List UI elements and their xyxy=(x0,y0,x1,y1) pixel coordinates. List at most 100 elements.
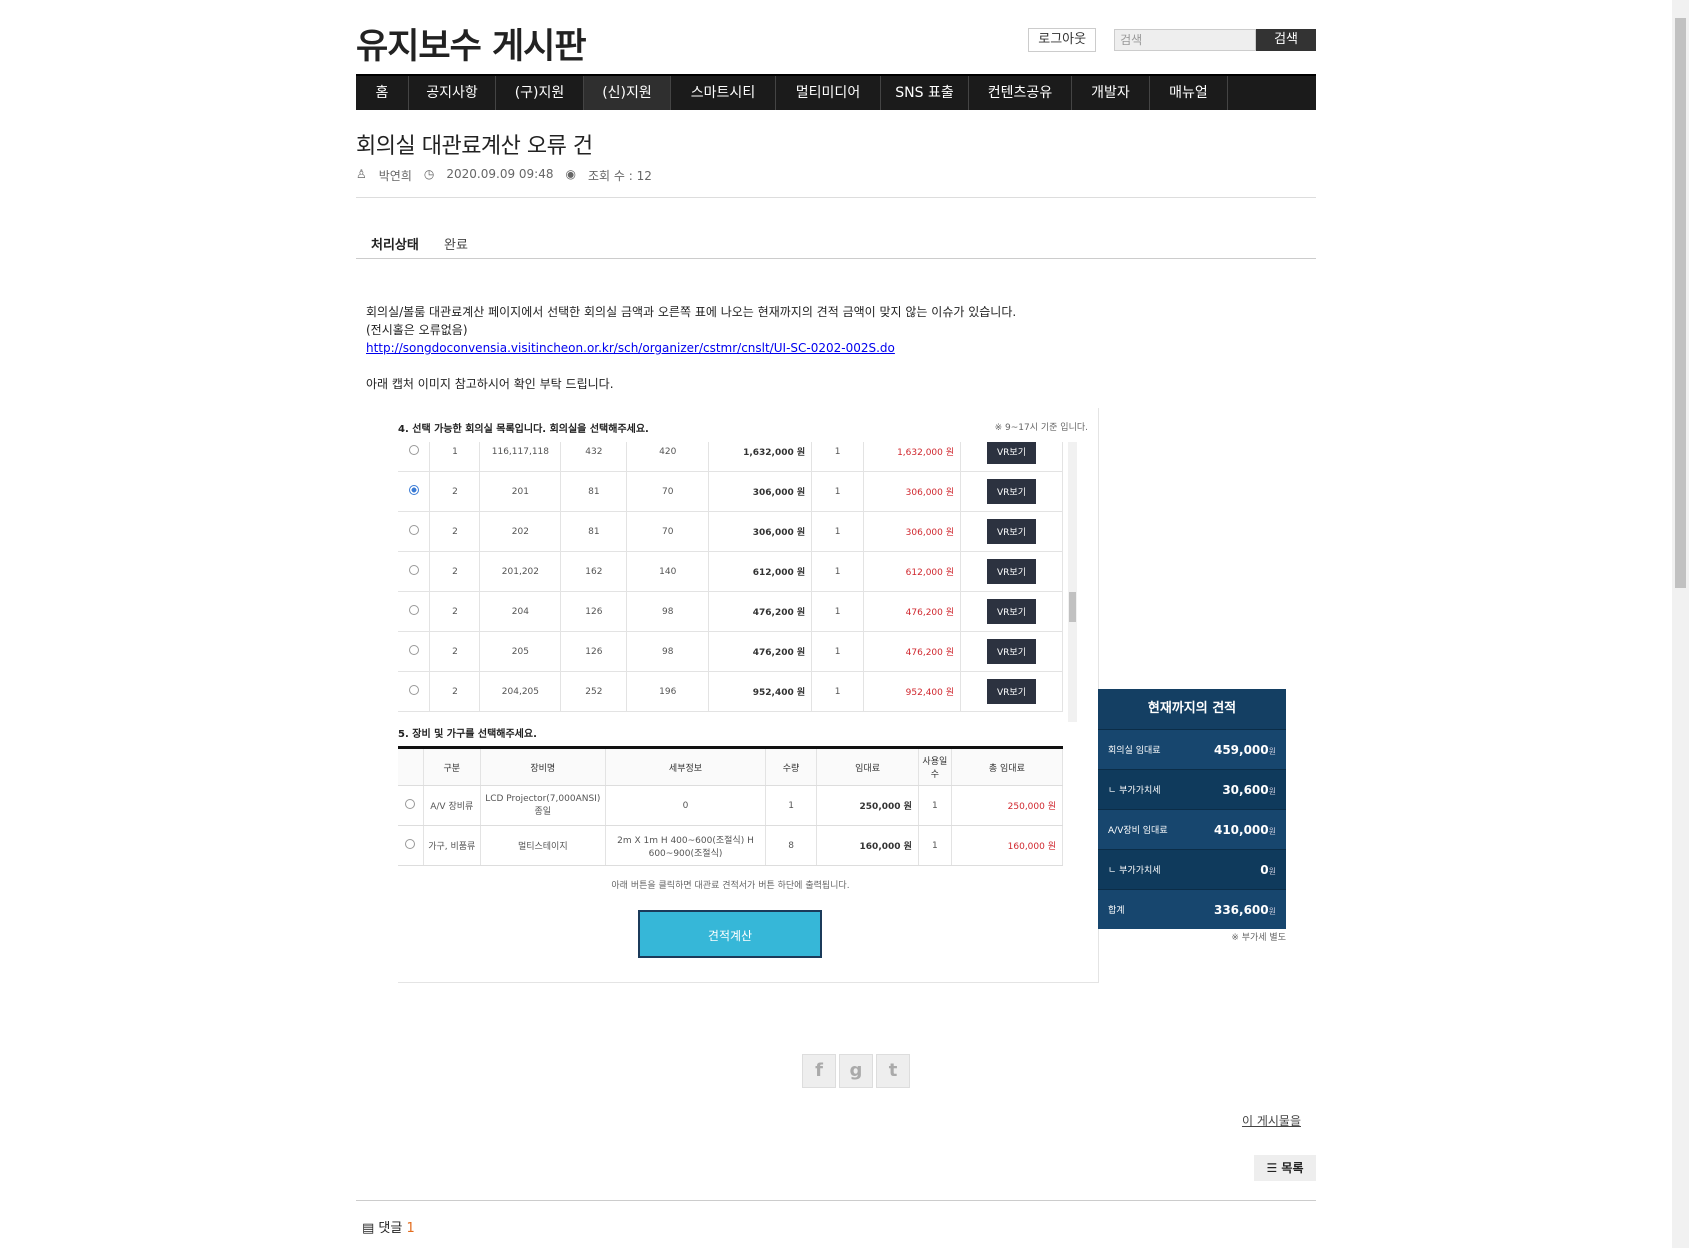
equip-radio[interactable] xyxy=(398,825,424,866)
room-radio[interactable] xyxy=(398,591,431,632)
twitter-icon[interactable]: t xyxy=(876,1054,910,1088)
equip-header: 장비명 xyxy=(480,749,607,786)
nav-item-content-share[interactable]: 컨텐츠공유 xyxy=(969,76,1072,110)
equip-days: 1 xyxy=(918,825,952,866)
estimate-unit: 원 xyxy=(1268,826,1276,836)
body-line-3: 아래 캡처 이미지 참고하시어 확인 부탁 드립니다. xyxy=(366,377,614,391)
this-post-link[interactable]: 이 게시물을 xyxy=(1242,1112,1301,1129)
vr-button[interactable]: VR보기 xyxy=(987,599,1036,624)
google-plus-icon[interactable]: g xyxy=(839,1054,873,1088)
estimate-label: ㄴ 부가가치세 xyxy=(1108,786,1161,796)
radio-button[interactable] xyxy=(408,605,419,615)
estimate-value: 459,000 xyxy=(1213,742,1269,757)
nav-item-notice[interactable]: 공지사항 xyxy=(409,76,496,110)
radio-button[interactable] xyxy=(408,685,419,695)
equip-detail: 0 xyxy=(605,785,766,826)
room-area: 126 xyxy=(560,591,628,632)
vr-cell: VR보기 xyxy=(960,551,1063,592)
estimate-unit: 원 xyxy=(1268,746,1276,756)
equip-header: 사용일수 xyxy=(918,749,952,786)
nav-item-multimedia[interactable]: 멀티미디어 xyxy=(776,76,881,110)
room-qty: 1 xyxy=(811,471,865,512)
nav-item-new-support[interactable]: (신)지원 xyxy=(584,76,671,110)
room-price: 306,000 원 xyxy=(708,471,813,512)
room-row[interactable]: 2 201,202 162 140 612,000 원 1 612,000 원 VR보기 xyxy=(398,551,1063,592)
scroll-thumb[interactable] xyxy=(1069,592,1076,622)
post-views: 조회 수 : 12 xyxy=(587,169,652,183)
room-radio[interactable] xyxy=(398,551,431,592)
logout-button[interactable]: 로그아웃 xyxy=(1028,28,1097,52)
site-title[interactable]: 유지보수 게시판 xyxy=(356,18,587,69)
room-row[interactable]: 2 202 81 70 306,000 원 1 306,000 원 VR보기 xyxy=(398,511,1063,552)
page-scroll-thumb[interactable] xyxy=(1675,18,1686,588)
list-button[interactable]: ☰ 목록 xyxy=(1254,1155,1316,1181)
equipment-row[interactable]: A/V 장비류 LCD Projector(7,000ANSI) 종일 0 1 250,… xyxy=(398,785,1064,826)
nav-item-manual[interactable]: 매뉴얼 xyxy=(1150,76,1228,110)
facebook-icon[interactable]: f xyxy=(802,1054,836,1088)
room-floor: 2 xyxy=(429,471,481,512)
post-title[interactable]: 회의실 대관료계산 오류 건 xyxy=(356,128,593,160)
room-qty: 1 xyxy=(811,671,865,712)
estimate-label: 합계 xyxy=(1108,906,1125,916)
vr-button[interactable]: VR보기 xyxy=(987,442,1036,464)
divider xyxy=(356,197,1316,198)
vr-button[interactable]: VR보기 xyxy=(987,519,1036,544)
equip-header: 임대료 xyxy=(816,749,919,786)
radio-button[interactable] xyxy=(408,485,419,495)
room-floor: 2 xyxy=(429,511,481,552)
room-area: 81 xyxy=(560,511,628,552)
vr-button[interactable]: VR보기 xyxy=(987,639,1036,664)
room-radio[interactable] xyxy=(398,631,431,672)
radio-button[interactable] xyxy=(408,525,419,535)
radio-button[interactable] xyxy=(408,565,419,575)
room-row[interactable]: 2 204,205 252 196 952,400 원 1 952,400 원 VR보기 xyxy=(398,671,1063,712)
room-price: 306,000 원 xyxy=(708,511,813,552)
estimate-value: 30,600 xyxy=(1222,782,1269,797)
vr-button[interactable]: VR보기 xyxy=(987,559,1036,584)
room-row[interactable]: 2 204 126 98 476,200 원 1 476,200 원 VR보기 xyxy=(398,591,1063,632)
room-row[interactable]: 1 116,117,118 432 420 1,632,000 원 1 1,632,000 … xyxy=(398,442,1063,472)
room-capacity: 98 xyxy=(626,591,710,632)
post-author: 박연희 xyxy=(378,169,412,183)
room-price: 476,200 원 xyxy=(708,591,813,632)
comments-count: 1 xyxy=(406,1221,415,1236)
room-table-scrollbar[interactable] xyxy=(1068,442,1077,722)
nav-item-home[interactable]: 홈 xyxy=(356,76,409,110)
room-radio[interactable] xyxy=(398,442,431,472)
equip-radio[interactable] xyxy=(398,785,424,826)
clock-icon: ◷ xyxy=(423,167,435,181)
equip-days: 1 xyxy=(918,785,952,826)
room-row[interactable]: 2 205 126 98 476,200 원 1 476,200 원 VR보기 xyxy=(398,631,1063,672)
room-number: 205 xyxy=(479,631,562,672)
room-row[interactable]: 2 201 81 70 306,000 원 1 306,000 원 VR보기 xyxy=(398,471,1063,512)
body-link[interactable]: http://songdoconvensia.visitincheon.or.k… xyxy=(366,341,895,355)
nav-item-sns[interactable]: SNS 표출 xyxy=(881,76,969,110)
nav-item-smartcity[interactable]: 스마트시티 xyxy=(671,76,776,110)
equip-qty: 1 xyxy=(765,785,818,826)
equip-total: 160,000 원 xyxy=(951,825,1064,866)
calc-estimate-button[interactable]: 견적계산 xyxy=(638,910,822,958)
room-radio[interactable] xyxy=(398,511,431,552)
radio-button[interactable] xyxy=(405,799,416,809)
room-radio[interactable] xyxy=(398,471,431,512)
room-radio[interactable] xyxy=(398,671,431,712)
equipment-row[interactable]: 가구, 비품류 멀티스테이지 2m X 1m H 400~600(조절식) H 60… xyxy=(398,825,1064,866)
radio-button[interactable] xyxy=(408,645,419,655)
estimate-unit: 원 xyxy=(1268,866,1276,876)
nav-item-old-support[interactable]: (구)지원 xyxy=(496,76,584,110)
vr-button[interactable]: VR보기 xyxy=(987,479,1036,504)
search-button[interactable]: 검색 xyxy=(1256,29,1316,51)
search-input[interactable]: 검색 xyxy=(1114,29,1257,51)
vr-button[interactable]: VR보기 xyxy=(987,679,1036,704)
room-area: 432 xyxy=(560,442,628,472)
page-scrollbar[interactable] xyxy=(1672,0,1689,1248)
estimate-row: ㄴ 부가가치세 0원 xyxy=(1098,849,1286,889)
body-line-2: (전시홀은 오류없음) xyxy=(366,323,468,337)
list-icon: ☰ xyxy=(1266,1161,1282,1175)
radio-button[interactable] xyxy=(405,839,416,849)
radio-button[interactable] xyxy=(408,445,419,455)
comments-label: 댓글 xyxy=(378,1221,403,1236)
room-total: 476,200 원 xyxy=(863,591,962,632)
nav-item-developer[interactable]: 개발자 xyxy=(1072,76,1150,110)
room-capacity: 420 xyxy=(626,442,710,472)
